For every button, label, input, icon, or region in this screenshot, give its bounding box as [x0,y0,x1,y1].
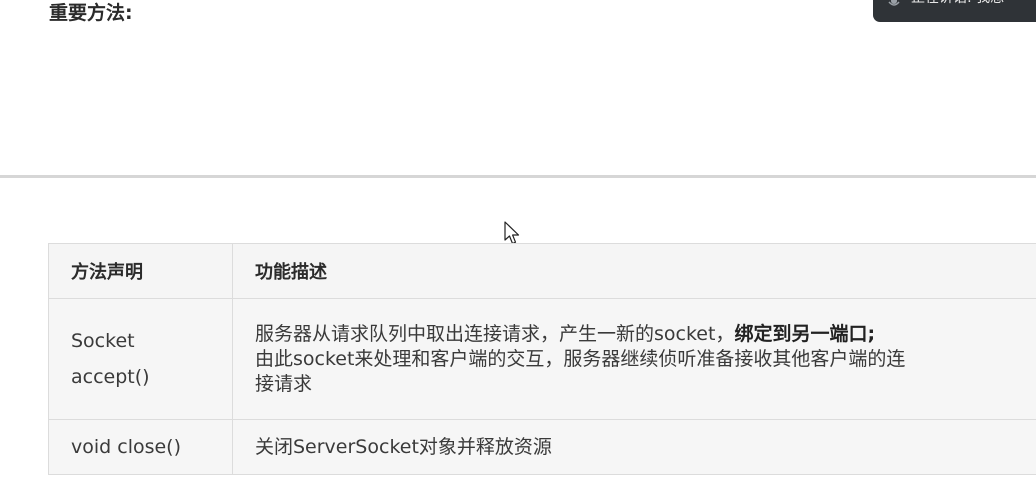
method-name-line: Socket [71,330,135,352]
column-header-method: 方法声明 [48,243,233,299]
method-description-cell: 关闭ServerSocket对象并释放资源 [232,419,1036,475]
description-line: 接请求 [255,372,313,395]
table-row: void close() 关闭ServerSocket对象并释放资源 [48,419,1036,475]
speaking-indicator: 正在讲话: 我想 [873,0,1036,22]
table-header-row: 方法声明 功能描述 [48,243,1036,299]
methods-table: 方法声明 功能描述 Socket accept() 服务器从请求队列中取出连接请… [48,243,1036,475]
description-line: 由此socket来处理和客户端的交互，服务器继续侦听准备接收其他客户端的连 [255,347,906,370]
method-name-cell: void close() [48,419,233,475]
column-header-description: 功能描述 [232,243,1036,299]
method-name-line: accept() [71,366,150,388]
section-heading: 重要方法: [49,2,133,24]
method-description-cell: 服务器从请求队列中取出连接请求，产生一新的socket，绑定到另一端口; 由此s… [232,298,1036,420]
description-line: 服务器从请求队列中取出连接请求，产生一新的socket，绑定到另一端口; [255,322,1026,347]
method-name-cell: Socket accept() [48,298,233,420]
speaking-indicator-text: 正在讲话: 我想 [911,0,1004,8]
description-text: 服务器从请求队列中取出连接请求，产生一新的socket， [255,322,735,345]
section-divider [0,175,1036,178]
table-row: Socket accept() 服务器从请求队列中取出连接请求，产生一新的soc… [48,298,1036,420]
microphone-icon [888,0,900,6]
description-bold-text: 绑定到另一端口; [734,322,876,345]
